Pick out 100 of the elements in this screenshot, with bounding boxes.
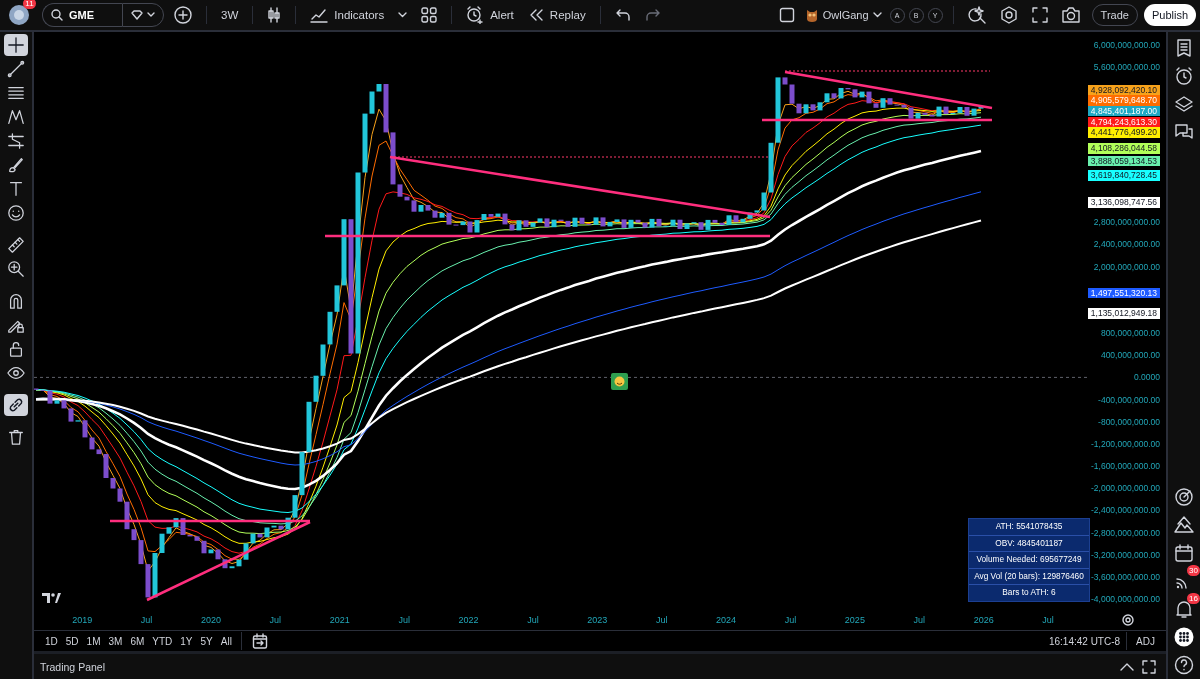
price-label: 3,136,098,747.56 [1087,197,1160,208]
calendar-icon[interactable] [1174,543,1194,563]
price-axis-label: 5,600,000,000.00 [1093,61,1160,74]
price-axis-label: -1,600,000,000.00 [1091,460,1160,472]
redo-icon[interactable] [644,8,661,22]
price-label: 4,845,401,187.00 [1087,105,1160,117]
time-axis-label: Jul [140,614,153,625]
price-axis-label: -2,800,000,000.00 [1091,526,1160,539]
time-axis-label: 2023 [587,614,608,625]
indicators-button[interactable]: Indicators [306,3,389,27]
time-axis-label: Jul [913,614,926,625]
time-axis-label: Jul [784,614,797,625]
notification-badge: 16 [1187,593,1200,604]
add-icon[interactable] [174,6,193,24]
range-button[interactable]: 6M [127,633,148,649]
watchlist-icon[interactable] [1174,38,1194,58]
range-button[interactable]: 1Y [177,633,196,649]
owl-icon [804,7,819,23]
time-axis-label: Jul [1042,614,1054,625]
time-axis-label: 2026 [973,614,994,625]
table-cell-text: Bars to ATH: 6 [1001,586,1057,599]
time-axis-label: Jul [398,614,410,625]
time-axis-label: Jul [527,614,539,625]
settings-icon[interactable] [1122,613,1134,626]
notification-badge: 11 [23,0,36,9]
price-label: 3,619,840,728.45 [1087,170,1160,181]
alarm-clock-icon[interactable] [1174,66,1194,86]
range-button[interactable]: All [217,633,235,649]
apps-grid-icon[interactable] [1174,627,1194,647]
layers-icon[interactable] [1174,94,1194,114]
account-name[interactable]: OwlGang [822,9,869,21]
price-axis-label: 6,000,000,000.00 [1093,39,1160,51]
notification-badge: 30 [1187,565,1200,576]
caret-icon [147,12,156,18]
help-icon[interactable] [1174,655,1194,675]
price-axis-label: -400,000,000.00 [1098,393,1160,406]
price-label: 1,497,551,320.13 [1087,287,1160,299]
price-axis-label: -3,600,000,000.00 [1091,570,1160,583]
chart-line-icon [310,7,329,23]
table-cell: ATH: 5541078435 [969,519,1089,536]
mountains-icon[interactable] [1174,515,1194,535]
price-label: 4,928,092,420.10 [1087,84,1160,96]
price-label: 4,794,243,613.30 [1087,116,1160,127]
link-icon[interactable] [4,394,28,416]
time-axis-label: 2025 [844,614,865,625]
chat-icon[interactable] [1174,122,1194,142]
price-label: 4,441,776,499.20 [1087,127,1160,138]
range-button[interactable]: 1M [83,633,104,649]
price-axis-label: -2,000,000,000.00 [1091,482,1160,495]
crosshair-icon[interactable] [4,34,28,56]
table-cell: OBV: 4845401187 [969,535,1089,552]
range-button[interactable]: 5Y [197,633,216,649]
price-axis-label: 2,400,000,000.00 [1093,238,1160,251]
replay-button[interactable]: Replay [523,3,590,27]
adjust-button[interactable]: ADJ [1133,633,1158,649]
price-axis-label: -4,000,000,000.00 [1091,593,1160,605]
time-axis-label: Jul [269,614,282,625]
price-axis-label: 2,000,000,000.00 [1093,260,1160,273]
smiley-marker-icon [611,373,628,390]
clock-time[interactable]: 16:14:42 UTC-8 [1048,635,1121,647]
search-icon [51,9,63,21]
time-axis-label: 2022 [458,614,479,625]
range-button[interactable]: YTD [149,633,176,649]
time-axis-label: 2020 [200,614,221,625]
time-axis-label: Jul [655,614,668,625]
layouts-icon[interactable] [421,7,438,23]
caret-icon[interactable] [872,12,882,18]
price-label: 4,108,286,044.58 [1087,143,1160,154]
fullscreen-icon[interactable] [1031,7,1048,23]
alert-button[interactable]: Alert [462,3,518,27]
interval-button[interactable]: 3W [217,3,243,27]
publish-button[interactable]: Publish [1143,4,1196,26]
avatar-icon[interactable] [8,4,30,26]
undo-icon[interactable] [614,8,631,22]
range-button[interactable]: 3M [105,633,126,649]
square-icon[interactable] [778,7,795,23]
candles-icon[interactable] [267,7,282,23]
panel-title[interactable]: Trading Panel [40,660,105,673]
logo-icon [42,593,61,603]
price-axis-label: -3,200,000,000.00 [1091,548,1160,561]
range-button[interactable]: 1D [42,633,61,649]
quick-search-icon[interactable] [967,6,986,24]
camera-icon[interactable] [1061,7,1080,23]
target-icon[interactable] [1174,487,1194,507]
bell-icon[interactable] [1174,599,1194,619]
maximize-icon[interactable] [1142,659,1156,674]
time-axis-label: 2024 [716,614,737,625]
price-label: 1,135,012,949.18 [1087,308,1160,319]
price-axis-label: 0.0000 [1134,371,1160,384]
price-axis-label: 2,800,000,000.00 [1093,216,1160,229]
price-axis-label: -1,200,000,000.00 [1091,437,1160,450]
settings-icon[interactable] [999,6,1018,24]
range-button[interactable]: 5D [62,633,82,649]
caret-icon[interactable] [398,12,408,18]
table-cell: Avg Vol (20 bars): 129876460 [969,568,1089,585]
alarm-clock-icon [466,6,485,24]
price-axis-label: -2,400,000,000.00 [1091,504,1160,517]
price-label: 4,905,579,648.70 [1087,95,1160,106]
date-range-icon[interactable] [251,633,268,650]
chevron-up-icon[interactable] [1120,661,1134,672]
